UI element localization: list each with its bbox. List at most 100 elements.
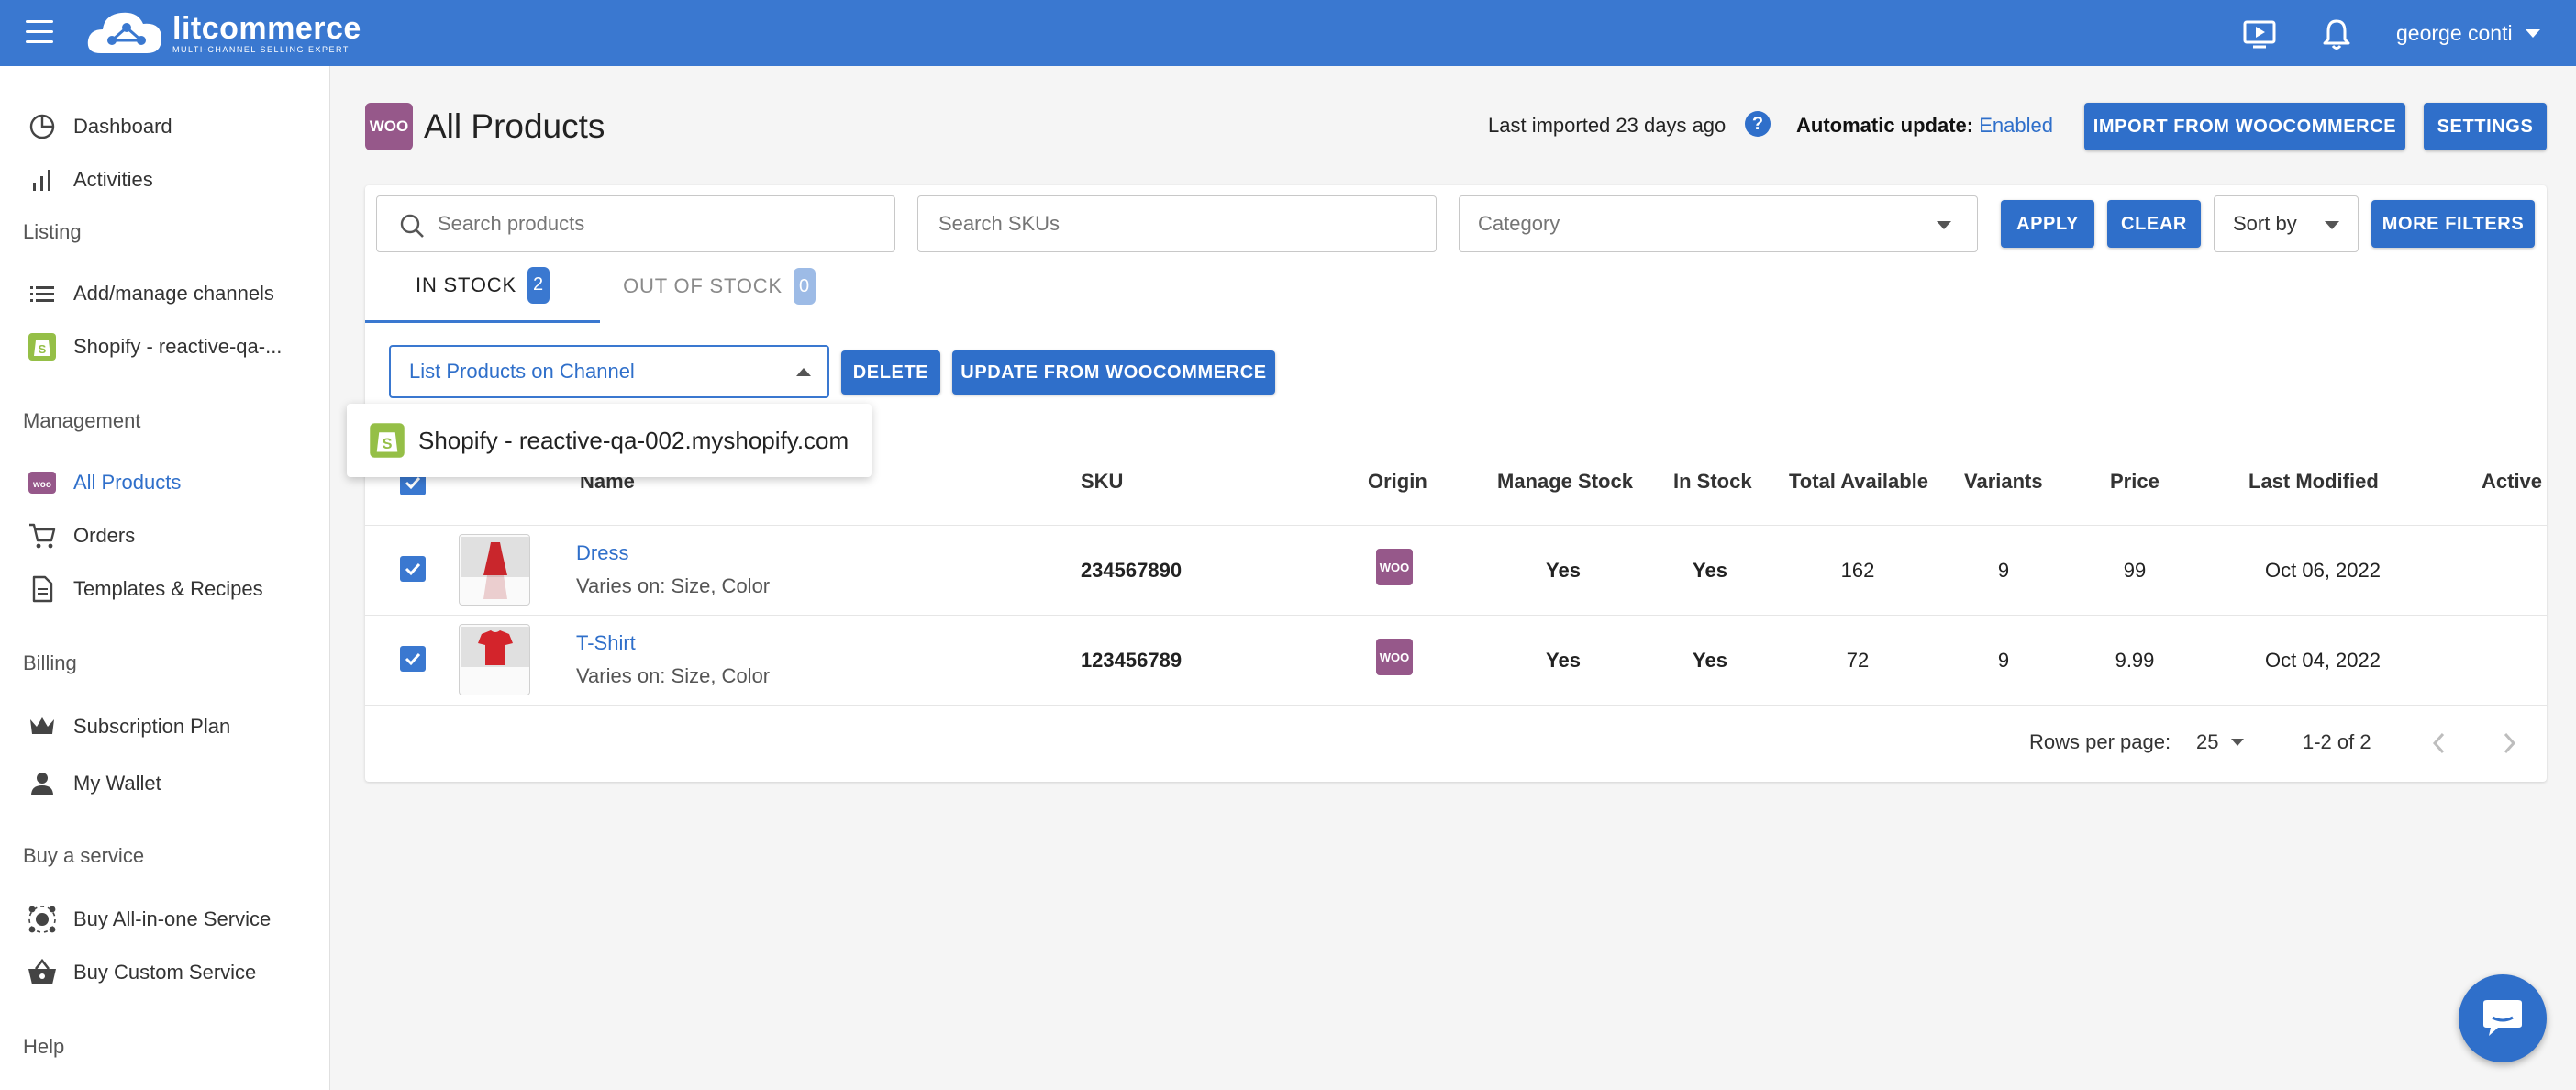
shopify-icon: S xyxy=(26,330,59,363)
sidebar-item-label: Activities xyxy=(73,168,153,191)
tab-in-stock[interactable]: IN STOCK 2 xyxy=(365,250,600,323)
chevron-down-icon xyxy=(2231,739,2245,746)
chevron-down-icon xyxy=(2325,221,2339,229)
cell-variants: 9 xyxy=(1997,559,2010,582)
sort-by-select[interactable]: Sort by xyxy=(2214,195,2359,252)
clear-button[interactable]: CLEAR xyxy=(2107,200,2201,248)
apply-button[interactable]: APPLY xyxy=(2001,200,2094,248)
column-header-in-stock: In Stock xyxy=(1673,470,1752,493)
section-listing: Listing xyxy=(23,220,82,243)
delete-button[interactable]: DELETE xyxy=(841,350,940,395)
column-header-manage-stock: Manage Stock xyxy=(1497,470,1633,493)
row-divider xyxy=(365,615,2547,616)
woocommerce-icon: WOO xyxy=(1376,549,1413,585)
category-select[interactable]: Category xyxy=(1459,195,1978,252)
pagination-range: 1-2 of 2 xyxy=(2303,730,2371,753)
cell-manage-stock: Yes xyxy=(1546,559,1581,582)
chevron-up-icon xyxy=(796,368,811,376)
chevron-left-icon[interactable] xyxy=(2429,730,2449,756)
cell-total-available: 162 xyxy=(1840,559,1875,582)
check-icon xyxy=(405,652,421,666)
settings-button[interactable]: SETTINGS xyxy=(2424,103,2547,150)
bulk-action-value: List Products on Channel xyxy=(409,360,635,383)
sidebar-item-subscription-plan[interactable]: Subscription Plan xyxy=(26,705,319,749)
sidebar-item-add-manage-channels[interactable]: Add/manage channels xyxy=(26,272,319,316)
rows-per-page-label: Rows per page: xyxy=(2029,730,2171,753)
menu-icon[interactable] xyxy=(26,20,53,46)
channel-dropdown-menu: S Shopify - reactive-qa-002.myshopify.co… xyxy=(347,404,872,477)
user-menu[interactable]: george conti xyxy=(2396,18,2540,48)
row-divider xyxy=(365,525,2547,526)
cell-in-stock: Yes xyxy=(1693,649,1727,672)
tab-label: OUT OF STOCK xyxy=(623,274,783,297)
svg-text:S: S xyxy=(39,342,47,356)
person-icon xyxy=(26,767,59,800)
cart-icon xyxy=(26,519,59,552)
automatic-update-value[interactable]: Enabled xyxy=(1979,114,2053,137)
tab-count-badge: 2 xyxy=(527,266,550,304)
sort-by-label: Sort by xyxy=(2233,212,2297,235)
tab-out-of-stock[interactable]: OUT OF STOCK 0 xyxy=(611,250,827,323)
cell-sku: 234567890 xyxy=(1080,559,1183,582)
sidebar-item-label: Orders xyxy=(73,524,136,547)
sidebar-item-templates-recipes[interactable]: Templates & Recipes xyxy=(26,567,319,611)
svg-text:S: S xyxy=(383,436,393,452)
dropdown-option-shopify[interactable]: Shopify - reactive-qa-002.myshopify.com xyxy=(418,427,849,455)
product-name-link[interactable]: T-Shirt xyxy=(576,631,636,655)
bulk-action-select[interactable]: List Products on Channel xyxy=(389,345,829,398)
bell-icon[interactable] xyxy=(2319,17,2354,51)
dress-image-icon xyxy=(461,537,529,599)
sidebar-item-my-wallet[interactable]: My Wallet xyxy=(26,762,319,806)
sidebar-item-orders[interactable]: Orders xyxy=(26,514,319,558)
sidebar-item-all-products[interactable]: woo All Products xyxy=(26,461,319,505)
sidebar: Dashboard Activities Listing Add/manage … xyxy=(0,66,330,1090)
help-icon[interactable]: ? xyxy=(1745,111,1771,137)
cell-total-available: 72 xyxy=(1846,649,1870,672)
sidebar-item-label: Add/manage channels xyxy=(73,282,274,305)
rows-per-page-select[interactable]: 25 xyxy=(2196,730,2245,754)
more-filters-button[interactable]: MORE FILTERS xyxy=(2371,200,2535,248)
chevron-down-icon xyxy=(2525,28,2540,38)
top-app-bar: litcommerce MULTI-CHANNEL SELLING EXPERT… xyxy=(0,0,2576,66)
product-thumbnail[interactable] xyxy=(459,534,530,606)
sidebar-item-buy-all-in-one[interactable]: Buy All-in-one Service xyxy=(26,897,319,941)
cell-manage-stock: Yes xyxy=(1546,649,1581,672)
rows-per-page-value: 25 xyxy=(2196,730,2219,753)
sidebar-item-activities[interactable]: Activities xyxy=(26,158,319,202)
product-thumbnail[interactable] xyxy=(459,624,530,695)
search-skus-input[interactable]: Search SKUs xyxy=(917,195,1437,252)
basket-icon xyxy=(26,956,59,989)
brand-logo[interactable]: litcommerce MULTI-CHANNEL SELLING EXPERT xyxy=(84,6,361,61)
cell-price: 99 xyxy=(2123,559,2147,582)
cell-in-stock: Yes xyxy=(1693,559,1727,582)
sidebar-item-buy-custom-service[interactable]: Buy Custom Service xyxy=(26,951,319,995)
sidebar-item-label: Buy Custom Service xyxy=(73,961,257,984)
row-checkbox[interactable] xyxy=(400,556,426,582)
bar-chart-icon xyxy=(26,163,59,196)
list-icon xyxy=(26,277,59,310)
column-header-sku: SKU xyxy=(1081,470,1124,493)
chat-support-button[interactable] xyxy=(2459,974,2547,1062)
column-header-active: Active xyxy=(2482,470,2543,493)
video-tutorial-icon[interactable] xyxy=(2242,17,2277,51)
sidebar-item-dashboard[interactable]: Dashboard xyxy=(26,105,319,149)
import-from-woocommerce-button[interactable]: IMPORT FROM WOOCOMMERCE xyxy=(2084,103,2405,150)
section-help: Help xyxy=(23,1035,65,1058)
chevron-down-icon xyxy=(1937,221,1951,229)
sidebar-item-shopify-channel[interactable]: S Shopify - reactive-qa-... xyxy=(26,325,319,369)
crown-icon xyxy=(26,710,59,743)
cell-variants: 9 xyxy=(1997,649,2010,672)
automatic-update-label: Automatic update: xyxy=(1796,114,1974,137)
woocommerce-icon: WOO xyxy=(365,103,413,150)
document-icon xyxy=(26,573,59,606)
chevron-right-icon[interactable] xyxy=(2499,730,2519,756)
row-checkbox[interactable] xyxy=(400,646,426,672)
user-name: george conti xyxy=(2396,20,2513,45)
product-name-link[interactable]: Dress xyxy=(576,541,628,565)
tshirt-image-icon xyxy=(461,627,529,667)
search-products-input[interactable]: Search products xyxy=(376,195,895,252)
page-title: All Products xyxy=(424,107,605,145)
woocommerce-icon: WOO xyxy=(1376,639,1413,675)
update-from-woocommerce-button[interactable]: UPDATE FROM WOOCOMMERCE xyxy=(952,350,1275,395)
search-icon xyxy=(400,214,424,238)
